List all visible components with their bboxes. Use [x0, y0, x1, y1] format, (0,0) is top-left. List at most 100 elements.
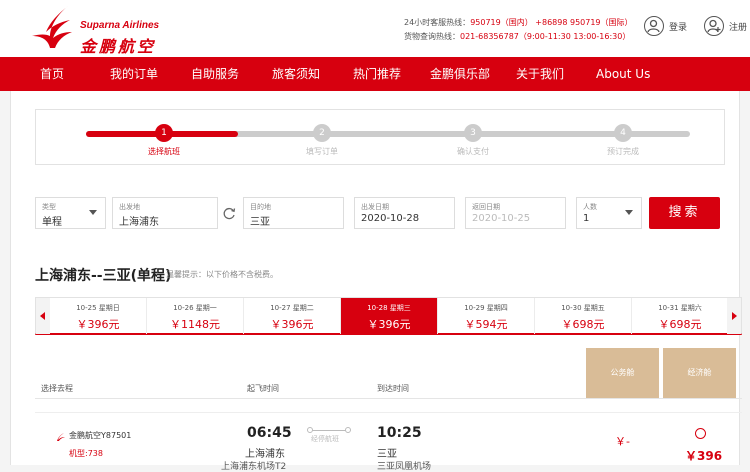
connector-end-dot: [345, 427, 351, 433]
passenger-caption: 人数: [583, 203, 597, 211]
airline-logo[interactable]: Suparna Airlines 金鹏航空: [28, 4, 168, 56]
step-number: 2: [313, 124, 331, 142]
hotline-domestic: 950719（国内）: [470, 18, 533, 27]
cabin-economy-header: 经济舱: [663, 348, 736, 398]
step-label: 确认支付: [457, 147, 489, 156]
departure-city: 上海浦东: [245, 449, 285, 460]
flight-number: 金鹏航空Y87501: [69, 431, 132, 440]
booking-steps: 1 选择航班 2 填写订单 3 确认支付 4 预订完成: [35, 109, 725, 165]
header-divider: [35, 398, 742, 399]
return-date-caption: 返回日期: [472, 203, 500, 211]
date-label: 10-28 星期三: [367, 304, 411, 312]
stop-connector: 经停航班: [307, 427, 353, 445]
date-label: 10-25 星期日: [76, 304, 120, 312]
arrival-time: 10:25: [377, 425, 422, 441]
bird-logo-icon: [32, 6, 72, 48]
date-price: ￥396元: [270, 318, 314, 331]
depart-date-field[interactable]: 出发日期 2020-10-28: [354, 197, 455, 229]
cargo-hotline-label: 货物查询热线：: [404, 32, 460, 41]
col-arrive-time: 到达时间: [377, 384, 409, 393]
swap-icon[interactable]: [221, 205, 237, 221]
step-fill-order: 2 填写订单: [282, 124, 362, 157]
chevron-down-icon: [89, 210, 97, 215]
connector-start-dot: [307, 427, 313, 433]
register-button[interactable]: 注册: [704, 15, 747, 37]
cabin-business-header: 公务舱: [586, 348, 659, 398]
date-label: 10-30 星期五: [561, 304, 605, 312]
date-price: ￥698元: [658, 318, 702, 331]
step-label: 填写订单: [306, 147, 338, 156]
date-cell[interactable]: 10-25 星期日 ￥396元: [50, 298, 147, 334]
nav-item-passenger-notice[interactable]: 旅客须知: [272, 57, 320, 91]
arrival-city: 三亚: [377, 449, 397, 460]
passenger-count-select[interactable]: 人数 1: [576, 197, 642, 229]
nav-item-hot-picks[interactable]: 热门推荐: [353, 57, 401, 91]
search-button[interactable]: 搜索: [649, 197, 720, 229]
depart-date-caption: 出发日期: [361, 203, 389, 211]
date-label: 10-26 星期一: [173, 304, 217, 312]
date-label: 10-31 星期六: [658, 304, 702, 312]
destination-value: 三亚: [250, 217, 270, 228]
aircraft-model[interactable]: 机型:738: [69, 448, 103, 459]
register-user-icon: [704, 16, 724, 36]
main-content: 1 选择航班 2 填写订单 3 确认支付 4 预订完成 类型 单程 出发地 上海…: [10, 91, 742, 472]
business-price: ￥-: [615, 435, 630, 448]
depart-date-value: 2020-10-28: [361, 213, 420, 224]
next-dates-button[interactable]: [727, 298, 741, 334]
departure-airport: 上海浦东机场T2: [221, 462, 287, 472]
nav-item-about-en[interactable]: About Us: [596, 57, 650, 91]
date-cell[interactable]: 10-30 星期五 ￥698元: [535, 298, 632, 334]
date-price: ￥396元: [76, 318, 120, 331]
hotline-label: 24小时客服热线：: [404, 18, 471, 27]
return-date-value: 2020-10-25: [472, 213, 531, 224]
cargo-hotline-value: 021-68356787（9:00-11:30 13:00-16:30）: [460, 32, 631, 41]
trip-type-select[interactable]: 类型 单程: [35, 197, 106, 229]
register-label: 注册: [729, 22, 748, 33]
price-tip: 温馨提示：以下价格不含税费。: [166, 270, 278, 279]
nav-item-club[interactable]: 金鹏俱乐部: [430, 57, 490, 91]
economy-fare-radio[interactable]: [695, 428, 706, 439]
step-number: 4: [614, 124, 632, 142]
top-header: Suparna Airlines 金鹏航空 24小时客服热线：950719（国内…: [0, 0, 750, 57]
prev-dates-button[interactable]: [36, 298, 50, 334]
destination-field[interactable]: 目的地 三亚: [243, 197, 344, 229]
origin-value: 上海浦东: [119, 217, 159, 228]
date-cell-selected[interactable]: 10-28 星期三 ￥396元: [341, 298, 438, 334]
date-cell[interactable]: 10-26 星期一 ￥1148元: [147, 298, 244, 334]
arrival-airport: 三亚凤凰机场: [377, 462, 432, 472]
date-cell[interactable]: 10-27 星期二 ￥396元: [244, 298, 341, 334]
date-cell[interactable]: 10-29 星期四 ￥594元: [438, 298, 535, 334]
departure-time: 06:45: [247, 425, 292, 441]
nav-item-home[interactable]: 首页: [40, 57, 64, 91]
main-nav: 首页 我的订单 自助服务 旅客须知 热门推荐 金鹏俱乐部 关于我们 About …: [0, 57, 750, 91]
origin-caption: 出发地: [119, 203, 140, 211]
nav-item-self-service[interactable]: 自助服务: [191, 57, 239, 91]
passenger-value: 1: [583, 213, 590, 224]
col-depart-time: 起飞时间: [247, 384, 279, 393]
login-button[interactable]: 登录: [644, 15, 687, 37]
return-date-field[interactable]: 返回日期 2020-10-25: [465, 197, 566, 229]
date-cell[interactable]: 10-31 星期六 ￥698元: [632, 298, 729, 334]
brand-name-cn: 金鹏航空: [80, 37, 157, 56]
connector-line: [311, 430, 349, 431]
origin-field[interactable]: 出发地 上海浦东: [112, 197, 218, 229]
destination-caption: 目的地: [250, 203, 271, 211]
step-label: 预订完成: [607, 147, 639, 156]
hotline-intl: +86898 950719（国际）: [535, 18, 633, 27]
chevron-left-icon: [40, 312, 45, 320]
user-icon: [644, 16, 664, 36]
trip-type-caption: 类型: [42, 203, 56, 211]
step-select-flight: 1 选择航班: [124, 124, 204, 157]
nav-item-my-orders[interactable]: 我的订单: [110, 57, 158, 91]
date-price: ￥1148元: [170, 318, 220, 331]
stopover-label: 经停航班: [311, 435, 339, 443]
step-number: 1: [155, 124, 173, 142]
trip-type-value: 单程: [42, 217, 62, 228]
date-strip: 10-25 星期日 ￥396元 10-26 星期一 ￥1148元 10-27 星…: [35, 297, 742, 335]
nav-item-about-cn[interactable]: 关于我们: [516, 57, 564, 91]
step-number: 3: [464, 124, 482, 142]
chevron-down-icon: [625, 210, 633, 215]
step-label: 选择航班: [148, 147, 180, 156]
date-price: ￥396元: [367, 318, 411, 331]
hotline-info: 24小时客服热线：950719（国内） +86898 950719（国际） 货物…: [404, 16, 633, 44]
